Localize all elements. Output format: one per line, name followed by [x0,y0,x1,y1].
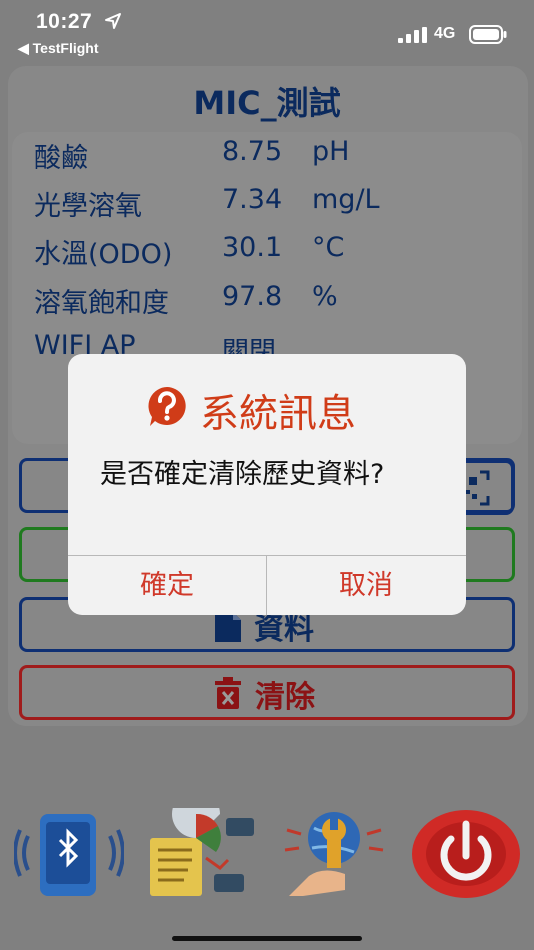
confirm-button[interactable]: 確定 [68,556,266,615]
device-title: MIC_測試 [193,84,341,122]
trash-icon [215,677,241,709]
home-indicator [172,936,362,941]
battery-icon [469,25,507,44]
status-time: 10:27 [36,10,93,33]
report-chart-icon[interactable] [148,808,256,898]
settings-tool-icon[interactable] [283,808,385,898]
reading-label: 溶氧飽和度 [34,288,169,319]
power-icon[interactable] [410,808,522,900]
question-icon [148,387,186,426]
reading-unit: % [312,281,338,312]
system-message-dialog: 系統訊息 是否確定清除歷史資料? 確定 取消 [68,354,466,615]
reading-label: 水溫(ODO) [34,239,173,270]
reading-unit: pH [312,136,350,167]
reading-value: 7.34 [222,184,283,215]
reading-unit: mg/L [312,184,380,215]
cancel-button[interactable]: 取消 [267,556,465,615]
status-bar: 10:27 ◀ TestFlight 4G [0,0,534,58]
back-to-testflight-link[interactable]: ◀ TestFlight [18,40,99,57]
network-type: 4G [434,25,456,42]
reading-unit: °C [312,232,345,263]
reading-label: 光學溶氧 [34,191,142,222]
reading-value: 8.75 [222,136,283,167]
location-arrow-icon [105,13,121,29]
dialog-message: 是否確定清除歷史資料? [100,459,385,490]
reading-value: 97.8 [222,281,283,312]
document-icon [215,612,241,642]
clear-button-label: 清除 [255,680,315,715]
signal-icon [398,27,427,43]
bluetooth-phone-icon[interactable] [14,808,124,898]
reading-label: 酸鹼 [34,143,88,174]
dialog-title: 系統訊息 [200,392,357,437]
reading-value: 30.1 [222,232,283,263]
